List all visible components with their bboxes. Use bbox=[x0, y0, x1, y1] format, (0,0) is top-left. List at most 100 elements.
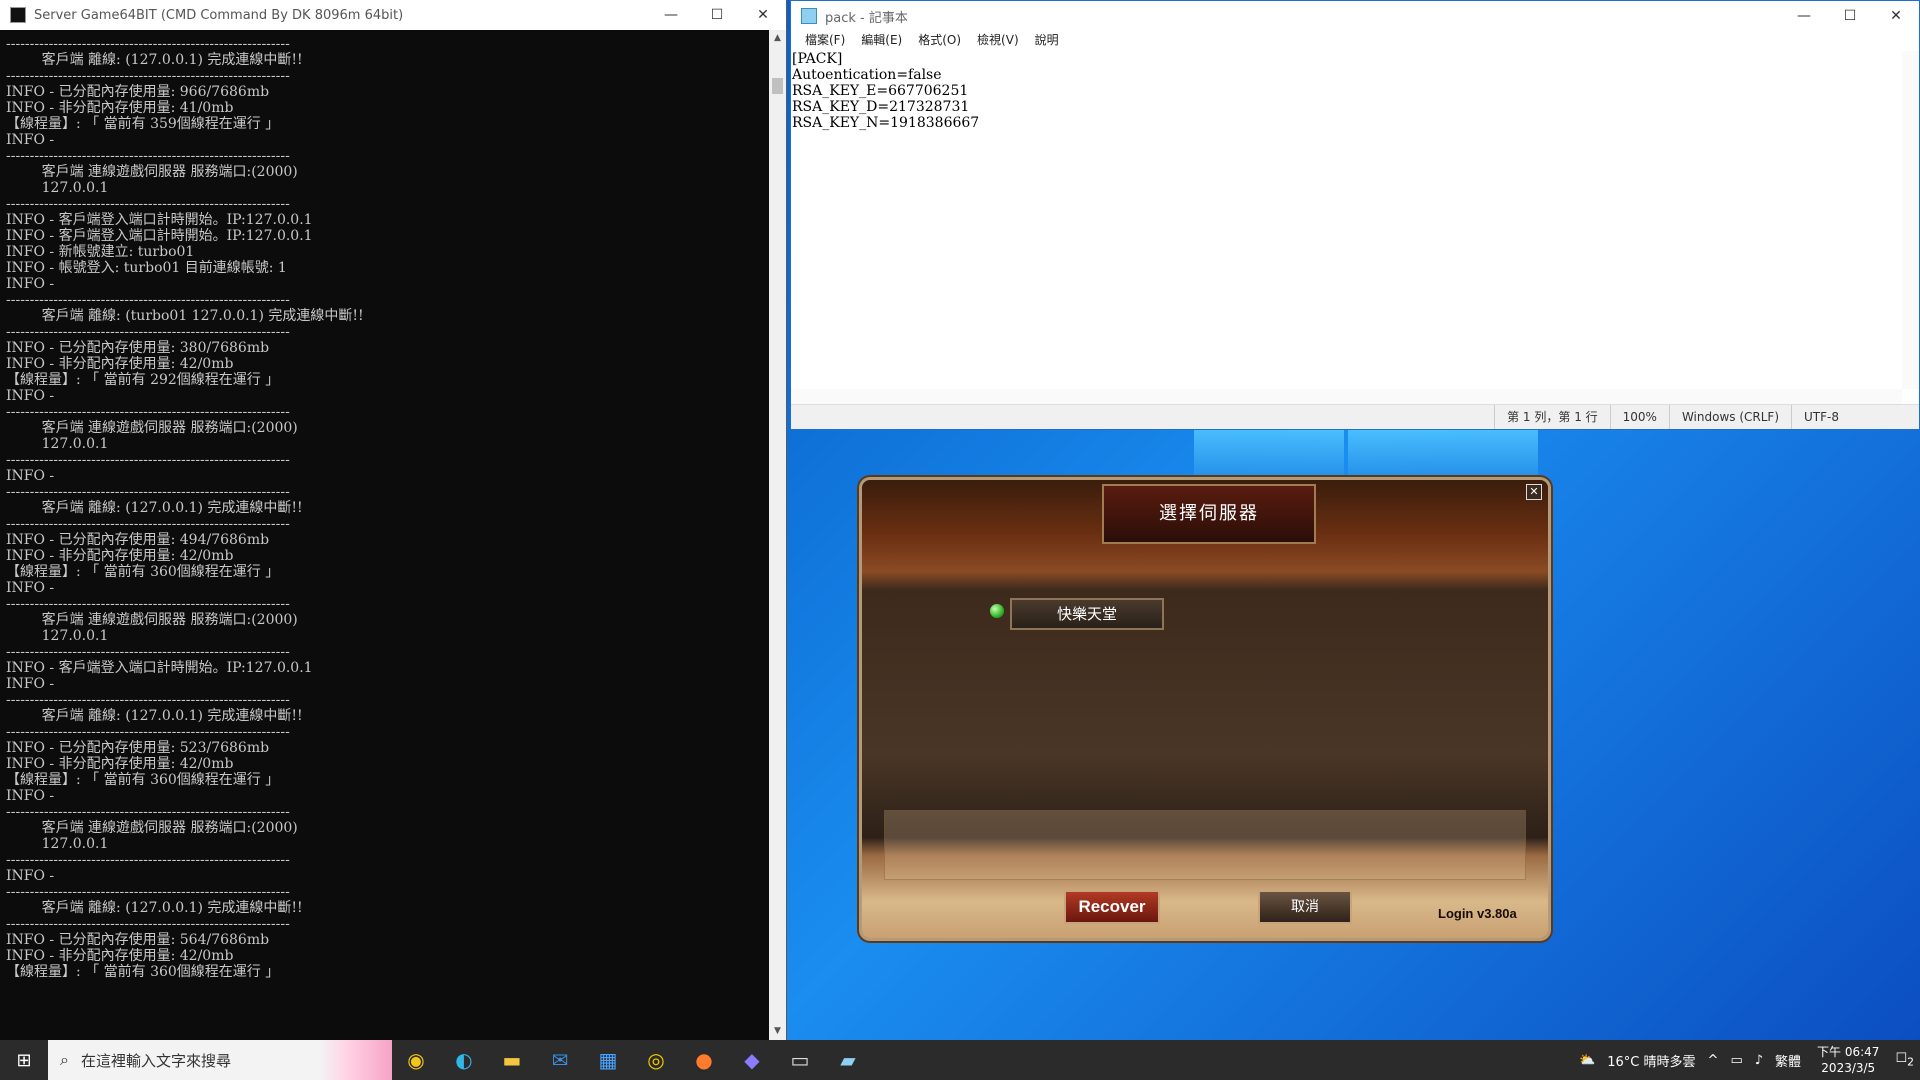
menu-help[interactable]: 說明 bbox=[1027, 31, 1067, 51]
clock[interactable]: 下午 06:47 2023/3/5 bbox=[1807, 1044, 1889, 1076]
cmd-window[interactable]: Server Game64BIT (CMD Command By DK 8096… bbox=[0, 0, 787, 1040]
console-line: INFO - bbox=[6, 580, 59, 596]
console-line: ----------------------------------------… bbox=[6, 196, 290, 212]
console-line: 客戶端 離線: (127.0.0.1) 完成連線中斷!! bbox=[6, 500, 303, 516]
console-line: INFO - 非分配內存使用量: 41/0mb bbox=[6, 100, 234, 116]
cmd-titlebar[interactable]: Server Game64BIT (CMD Command By DK 8096… bbox=[0, 0, 786, 30]
console-line: INFO - 非分配內存使用量: 42/0mb bbox=[6, 756, 234, 772]
edge-icon[interactable]: ◐ bbox=[440, 1040, 488, 1080]
ime-indicator[interactable]: 繁體 bbox=[1769, 1051, 1807, 1070]
notepad-title: pack - 記事本 bbox=[825, 10, 908, 26]
console-line: 127.0.0.1 bbox=[6, 436, 109, 452]
console-line: ----------------------------------------… bbox=[6, 852, 290, 868]
console-line: ----------------------------------------… bbox=[6, 516, 290, 532]
search-icon: ⌕ bbox=[60, 1050, 69, 1069]
firefox-icon[interactable]: ● bbox=[680, 1040, 728, 1080]
menu-view[interactable]: 檢視(V) bbox=[969, 31, 1027, 51]
notification-icon[interactable]: ☐2 bbox=[1889, 1051, 1920, 1069]
console-line: INFO - 客戶端登入端口計時開始。IP:127.0.0.1 bbox=[6, 228, 313, 244]
notepad-horizontal-scrollbar[interactable] bbox=[791, 389, 1902, 405]
system-tray: ⛅ 16°C 晴時多雲 ^ ▭ ♪ 繁體 下午 06:47 2023/3/5 ☐… bbox=[1573, 1040, 1920, 1080]
recover-button[interactable]: Recover bbox=[1064, 890, 1160, 924]
console-line: INFO - 已分配內存使用量: 966/7686mb bbox=[6, 84, 270, 100]
chrome-icon[interactable]: ◉ bbox=[392, 1040, 440, 1080]
notepad-statusbar: 第 1 列，第 1 行 100% Windows (CRLF) UTF-8 bbox=[791, 404, 1919, 429]
server-button[interactable]: 快樂天堂 bbox=[1010, 598, 1164, 630]
console-line: INFO - 客戶端登入端口計時開始。IP:127.0.0.1 bbox=[6, 660, 313, 676]
dialog-title: 選擇伺服器 bbox=[1102, 484, 1316, 544]
console-line: INFO - bbox=[6, 788, 59, 804]
console-line: ----------------------------------------… bbox=[6, 724, 290, 740]
status-eol: Windows (CRLF) bbox=[1668, 405, 1791, 429]
scroll-up-icon[interactable]: ▲ bbox=[769, 30, 786, 47]
app2-icon[interactable]: ◆ bbox=[728, 1040, 776, 1080]
maximize-button[interactable]: ☐ bbox=[1827, 1, 1873, 31]
status-encoding: UTF-8 bbox=[1791, 405, 1919, 429]
console-line: 客戶端 連線遊戲伺服器 服務端口:(2000) bbox=[6, 420, 298, 436]
console-line: 客戶端 連線遊戲伺服器 服務端口:(2000) bbox=[6, 820, 298, 836]
start-button[interactable]: ⊞ bbox=[0, 1040, 48, 1080]
clock-time: 下午 06:47 bbox=[1817, 1045, 1880, 1059]
cmd-scrollbar[interactable]: ▲ ▼ bbox=[769, 30, 786, 1040]
console-line: 客戶端 連線遊戲伺服器 服務端口:(2000) bbox=[6, 164, 298, 180]
console-line: INFO - 新帳號建立: turbo01 bbox=[6, 244, 195, 260]
scroll-down-icon[interactable]: ▼ bbox=[769, 1023, 786, 1040]
weather-text[interactable]: 16°C 晴時多雲 bbox=[1601, 1051, 1701, 1070]
notepad-editor[interactable]: [PACK] Autoentication=false RSA_KEY_E=66… bbox=[791, 51, 1902, 389]
console-line: 客戶端 離線: (127.0.0.1) 完成連線中斷!! bbox=[6, 900, 303, 916]
console-line: INFO - bbox=[6, 468, 59, 484]
terminal-icon[interactable]: ▭ bbox=[776, 1040, 824, 1080]
console-line: 客戶端 連線遊戲伺服器 服務端口:(2000) bbox=[6, 612, 298, 628]
maximize-button[interactable]: ☐ bbox=[694, 0, 740, 30]
console-line: 【線程量】: 「 當前有 292個線程在運行 」 bbox=[6, 372, 280, 388]
volume-icon[interactable]: ♪ bbox=[1749, 1053, 1769, 1068]
search-box[interactable]: ⌕ 在這裡輸入文字來搜尋 bbox=[48, 1040, 392, 1080]
menu-format[interactable]: 格式(O) bbox=[910, 31, 969, 51]
console-line: INFO - 帳號登入: turbo01 目前連線帳號: 1 bbox=[6, 260, 287, 276]
menu-file[interactable]: 檔案(F) bbox=[797, 31, 853, 51]
minimize-button[interactable]: — bbox=[648, 0, 694, 30]
console-line: ----------------------------------------… bbox=[6, 884, 290, 900]
console-line: ----------------------------------------… bbox=[6, 644, 290, 660]
notification-count: 2 bbox=[1907, 1055, 1914, 1069]
notepad-icon bbox=[801, 8, 817, 24]
console-line: ----------------------------------------… bbox=[6, 596, 290, 612]
console-line: ----------------------------------------… bbox=[6, 404, 290, 420]
notepad-vertical-scrollbar[interactable] bbox=[1902, 51, 1919, 389]
chevron-up-icon[interactable]: ^ bbox=[1702, 1053, 1725, 1068]
console-line: 【線程量】: 「 當前有 360個線程在運行 」 bbox=[6, 964, 280, 980]
notepad-titlebar[interactable]: pack - 記事本 — ☐ ✕ bbox=[791, 1, 1919, 31]
store-icon[interactable]: ▦ bbox=[584, 1040, 632, 1080]
scroll-thumb[interactable] bbox=[772, 78, 783, 94]
console-line: INFO - 非分配內存使用量: 42/0mb bbox=[6, 356, 234, 372]
app-icon[interactable]: ◎ bbox=[632, 1040, 680, 1080]
desktop-light-beam bbox=[1194, 430, 1344, 486]
console-line: INFO - 非分配內存使用量: 42/0mb bbox=[6, 948, 234, 964]
console-line: INFO - bbox=[6, 388, 59, 404]
console-line: ----------------------------------------… bbox=[6, 452, 290, 468]
console-line: 客戶端 離線: (127.0.0.1) 完成連線中斷!! bbox=[6, 52, 303, 68]
desktop-light-beam bbox=[1348, 430, 1538, 486]
close-icon[interactable]: ✕ bbox=[1526, 484, 1542, 500]
info-box bbox=[884, 810, 1526, 880]
cancel-button[interactable]: 取消 bbox=[1258, 890, 1352, 924]
close-button[interactable]: ✕ bbox=[740, 0, 786, 30]
mail-icon[interactable]: ✉ bbox=[536, 1040, 584, 1080]
menu-edit[interactable]: 編輯(E) bbox=[853, 31, 910, 51]
cmd-icon bbox=[10, 7, 26, 23]
notepad-icon[interactable]: ▰ bbox=[824, 1040, 872, 1080]
status-position: 第 1 列，第 1 行 bbox=[1494, 405, 1610, 429]
server-status-icon bbox=[990, 604, 1004, 618]
console-line: INFO - 已分配內存使用量: 380/7686mb bbox=[6, 340, 270, 356]
minimize-button[interactable]: — bbox=[1781, 1, 1827, 31]
file-explorer-icon[interactable]: ▬ bbox=[488, 1040, 536, 1080]
console-line: ----------------------------------------… bbox=[6, 36, 290, 52]
notepad-window[interactable]: pack - 記事本 — ☐ ✕ 檔案(F) 編輯(E) 格式(O) 檢視(V)… bbox=[790, 0, 1920, 430]
close-button[interactable]: ✕ bbox=[1873, 1, 1919, 31]
console-line: 客戶端 離線: (turbo01 127.0.0.1) 完成連線中斷!! bbox=[6, 308, 364, 324]
console-line: INFO - 已分配內存使用量: 523/7686mb bbox=[6, 740, 270, 756]
network-icon[interactable]: ▭ bbox=[1724, 1053, 1748, 1068]
console-output: ----------------------------------------… bbox=[6, 36, 766, 1036]
weather-icon[interactable]: ⛅ bbox=[1573, 1053, 1601, 1068]
search-placeholder: 在這裡輸入文字來搜尋 bbox=[80, 1051, 231, 1070]
